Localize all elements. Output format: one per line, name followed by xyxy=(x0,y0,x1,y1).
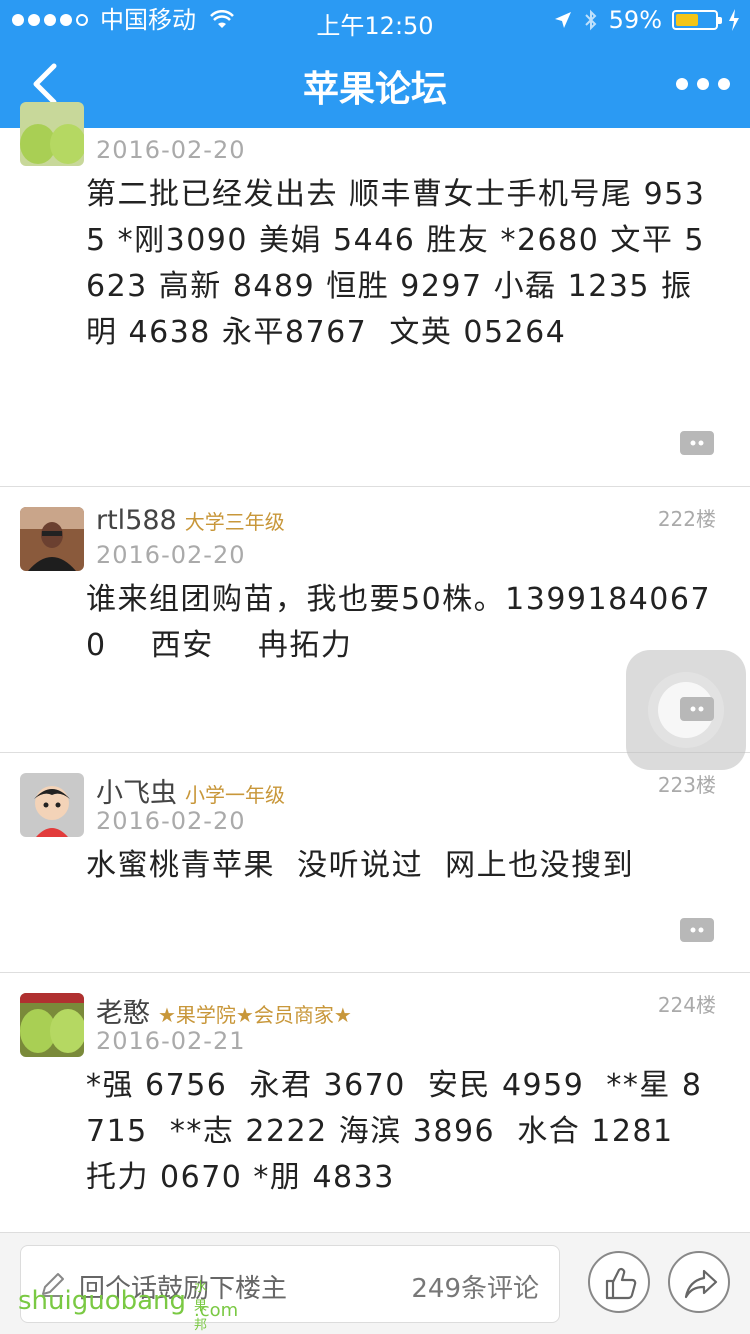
post-author: rtl588 大学三年级 xyxy=(96,505,285,536)
more-dot xyxy=(718,78,730,90)
floor-number: 224楼 xyxy=(657,993,716,1017)
user-rank: 大学三年级 xyxy=(184,510,285,534)
bluetooth-icon xyxy=(584,9,597,31)
cartoon-avatar-image xyxy=(20,773,84,837)
apple-avatar-image xyxy=(20,102,84,166)
floor-number: 222楼 xyxy=(657,507,716,531)
charging-icon xyxy=(729,9,739,31)
man-photo-avatar-image xyxy=(20,507,84,571)
post-content: *强 6756 永君 3670 安民 4959 **星 8715 **志 222… xyxy=(86,1068,703,1195)
watermark: shuiguobang 水果邦 .com xyxy=(18,1280,238,1333)
share-button[interactable] xyxy=(668,1251,730,1313)
more-dots-icon[interactable] xyxy=(676,70,730,98)
status-right: 59% xyxy=(553,6,740,34)
post-date: 2016-02-20 xyxy=(96,807,246,835)
battery-fill xyxy=(676,14,698,26)
post-content: 水蜜桃青苹果 没听说过 网上也没搜到 xyxy=(86,848,635,883)
post-date: 2016-02-20 xyxy=(96,541,246,569)
app-root: 中国移动 上午12:50 59% 苹果论坛 2016-02-20 第二批已经发出… xyxy=(0,0,750,1334)
avatar[interactable] xyxy=(20,507,84,571)
post-content: 第二批已经发出去 顺丰曹女士手机号尾 9535 *刚3090 美娟 5446 胜… xyxy=(86,177,706,350)
comment-bubble-icon[interactable] xyxy=(680,918,714,942)
thumbs-up-icon xyxy=(605,1268,637,1300)
username[interactable]: 小飞虫 xyxy=(96,778,177,809)
battery-percent: 59% xyxy=(608,6,662,34)
assistive-touch-button[interactable] xyxy=(626,650,746,770)
post-date: 2016-02-21 xyxy=(96,1027,246,1055)
username[interactable]: rtl588 xyxy=(96,505,177,536)
post-content: 谁来组团购苗，我也要50株。13991840670 西安 冉拓力 xyxy=(86,582,712,663)
bottom-bar: 回个话鼓励下楼主 249条评论 xyxy=(0,1232,750,1334)
like-button[interactable] xyxy=(588,1251,650,1313)
post-item: 老憨 ★果学院★会员商家★ 224楼 2016-02-21 *强 6756 永君 … xyxy=(0,973,750,1243)
more-dot xyxy=(676,78,688,90)
floor-number: 223楼 xyxy=(657,773,716,797)
watermark-text: shuiguobang xyxy=(18,1286,187,1316)
avatar[interactable] xyxy=(20,773,84,837)
user-rank: ★果学院★会员商家★ xyxy=(158,1003,352,1027)
battery-icon xyxy=(672,10,722,30)
battery-nub xyxy=(718,17,722,24)
post-date: 2016-02-20 xyxy=(96,136,246,164)
username[interactable]: 老憨 xyxy=(96,998,150,1029)
status-bar: 中国移动 上午12:50 59% xyxy=(0,0,750,40)
share-arrow-icon xyxy=(684,1269,718,1299)
comment-bubble-icon[interactable] xyxy=(680,431,714,455)
post-item: 2016-02-20 第二批已经发出去 顺丰曹女士手机号尾 9535 *刚309… xyxy=(0,102,750,487)
page-title: 苹果论坛 xyxy=(302,69,447,110)
user-rank: 小学一年级 xyxy=(185,783,285,807)
watermark-sub: .com xyxy=(194,1300,239,1321)
avatar[interactable] xyxy=(20,102,84,166)
apple-avatar-image xyxy=(20,993,84,1057)
comment-bubble-icon[interactable] xyxy=(680,697,714,721)
post-item: 小飞虫 小学一年级 223楼 2016-02-20 水蜜桃青苹果 没听说过 网上也… xyxy=(0,753,750,973)
avatar[interactable] xyxy=(20,993,84,1057)
post-author: 小飞虫 小学一年级 xyxy=(96,771,285,810)
nav-bar: 苹果论坛 xyxy=(0,40,750,128)
post-author: 老憨 ★果学院★会员商家★ xyxy=(96,991,352,1030)
location-arrow-icon xyxy=(554,12,571,28)
more-dot xyxy=(697,78,709,90)
comment-count[interactable]: 249条评论 xyxy=(411,1268,539,1305)
